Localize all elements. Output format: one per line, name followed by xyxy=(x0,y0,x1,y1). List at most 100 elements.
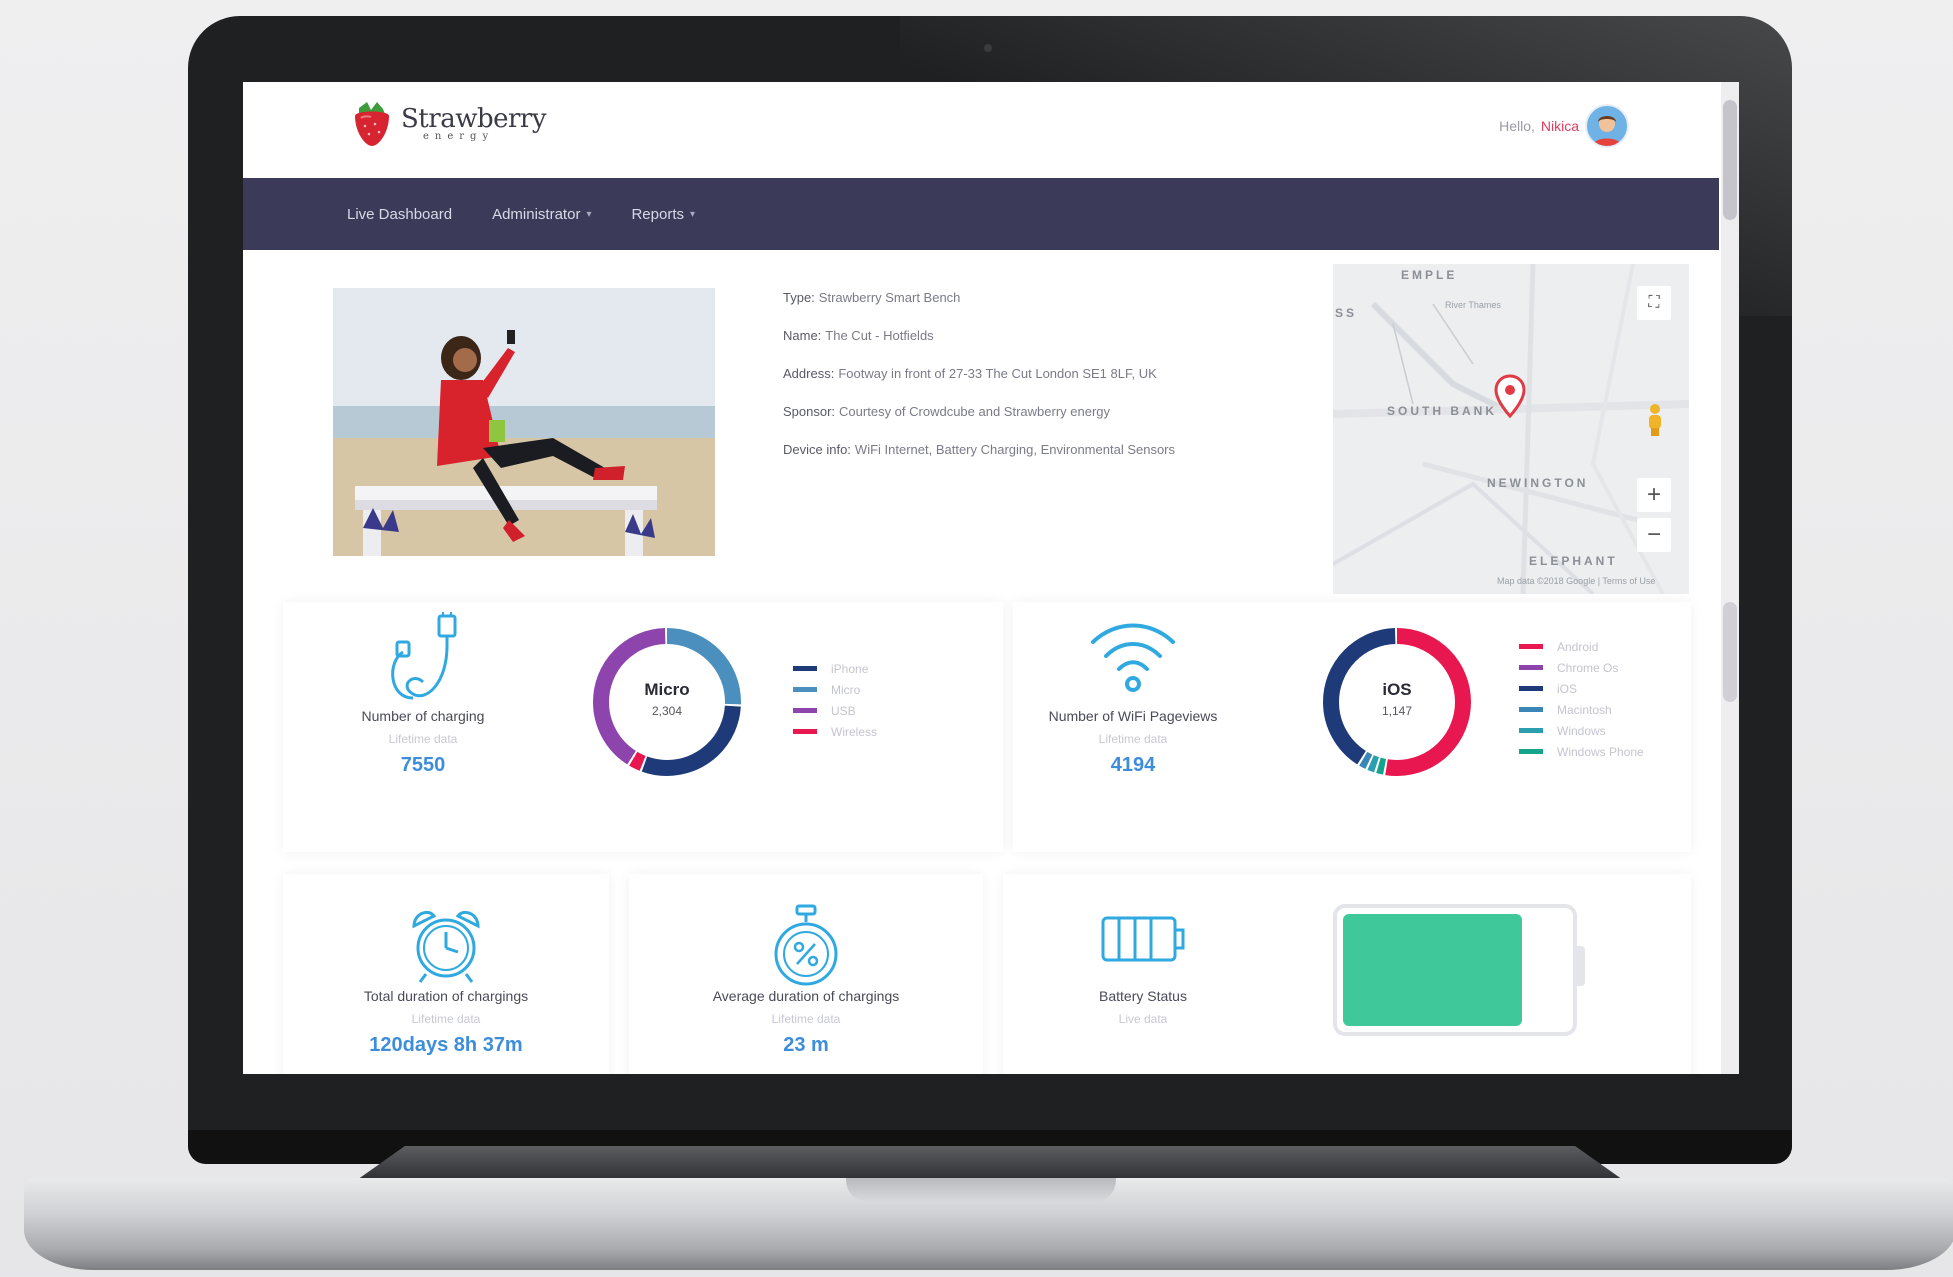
charging-card: Number of charging Lifetime data 7550 Mi… xyxy=(283,602,1003,852)
device-name-row: Name: The Cut - Hotfields xyxy=(783,316,1303,354)
legend-swatch xyxy=(1519,749,1543,754)
donut-title: iOS xyxy=(1382,680,1412,699)
stopwatch-percent-icon xyxy=(774,904,838,986)
legend-swatch xyxy=(793,729,817,734)
legend-item[interactable]: Micro xyxy=(793,679,877,700)
map-label: SS xyxy=(1335,306,1358,320)
legend-label: Macintosh xyxy=(1557,702,1612,717)
device-info: Type: Strawberry Smart Bench Name: The C… xyxy=(783,278,1303,468)
nav-item-label: Reports xyxy=(631,205,684,223)
avatar[interactable] xyxy=(1585,104,1629,148)
charging-stat: Number of charging Lifetime data 7550 xyxy=(323,612,523,777)
scrollbar-thumb[interactable] xyxy=(1723,100,1737,220)
user-avatar-icon xyxy=(1593,116,1621,146)
donut-center: iOS 1,147 xyxy=(1317,680,1477,718)
alarm-clock-icon xyxy=(412,910,480,983)
info-value: WiFi Internet, Battery Charging, Environ… xyxy=(854,441,1176,457)
info-key: Type: xyxy=(783,289,815,305)
fullscreen-icon[interactable]: ⛶ xyxy=(1637,286,1671,320)
zoom-out-button[interactable]: − xyxy=(1637,518,1671,552)
nav-live-dashboard[interactable]: Live Dashboard xyxy=(347,206,452,223)
scrollbar[interactable] xyxy=(1721,82,1739,1074)
chevron-down-icon: ▾ xyxy=(586,208,592,220)
battery-icon xyxy=(1101,916,1185,962)
legend-swatch xyxy=(1519,665,1543,670)
legend-item[interactable]: Android xyxy=(1519,636,1644,657)
info-value: Strawberry Smart Bench xyxy=(818,289,961,305)
donut-center: Micro 2,304 xyxy=(587,680,747,718)
donut-value: 2,304 xyxy=(651,704,683,718)
legend-item[interactable]: USB xyxy=(793,700,877,721)
wifi-card: Number of WiFi Pageviews Lifetime data 4… xyxy=(1013,602,1691,852)
map-label: NEWINGTON xyxy=(1487,476,1589,490)
map-label: ELEPHANT xyxy=(1529,554,1618,568)
stat-value: 23 m xyxy=(783,1034,829,1056)
street-view-icon[interactable] xyxy=(1645,402,1665,438)
map-attribution[interactable]: Map data ©2018 Google | Terms of Use xyxy=(1497,576,1655,586)
battery-fill xyxy=(1343,914,1522,1026)
stat-subtitle: Lifetime data xyxy=(388,732,458,746)
map-streets xyxy=(1333,264,1689,594)
legend-label: Micro xyxy=(831,682,861,697)
greeting-text: Hello, xyxy=(1499,118,1535,134)
info-key: Sponsor: xyxy=(783,403,836,419)
legend-item[interactable]: Macintosh xyxy=(1519,699,1644,720)
device-sponsor-row: Sponsor: Courtesy of Crowdcube and Straw… xyxy=(783,392,1303,430)
chevron-down-icon: ▾ xyxy=(690,208,696,220)
stat-subtitle: Lifetime data xyxy=(411,1012,481,1026)
webcam-icon xyxy=(984,44,992,52)
legend-swatch xyxy=(793,687,817,692)
bench-photo-image xyxy=(333,288,715,556)
wifi-stat: Number of WiFi Pageviews Lifetime data 4… xyxy=(1023,612,1243,777)
legend-swatch xyxy=(1519,644,1543,649)
charging-cable-icon xyxy=(391,612,457,700)
screen: Strawberry energy Hello, Nikica Live Das… xyxy=(243,82,1739,1074)
stat-value: 120days 8h 37m xyxy=(369,1034,523,1056)
map-label: SOUTH BANK xyxy=(1387,404,1497,418)
nav-item-label: Administrator xyxy=(492,205,581,223)
stat-title: Average duration of chargings xyxy=(712,988,900,1004)
legend-item[interactable]: Windows Phone xyxy=(1519,741,1644,762)
legend-swatch xyxy=(793,708,817,713)
map-label: River Thames xyxy=(1445,300,1501,310)
legend-item[interactable]: iOS xyxy=(1519,678,1644,699)
info-value: Footway in front of 27-33 The Cut London… xyxy=(838,365,1157,381)
wifi-legend: Android Chrome Os iOS Macintosh Windows … xyxy=(1519,636,1644,762)
charging-legend: iPhone Micro USB Wireless xyxy=(793,658,877,742)
legend-label: Wireless xyxy=(831,724,878,739)
wifi-icon xyxy=(1091,623,1175,692)
app-header: Strawberry energy Hello, Nikica xyxy=(243,82,1739,178)
legend-label: iPhone xyxy=(831,661,869,676)
logo-subtitle: energy xyxy=(423,131,495,142)
legend-label: Windows xyxy=(1557,723,1606,738)
nav-reports[interactable]: Reports ▾ xyxy=(631,206,695,223)
zoom-in-button[interactable]: + xyxy=(1637,478,1671,512)
legend-item[interactable]: Wireless xyxy=(793,721,877,742)
main-nav: Live Dashboard Administrator ▾ Reports ▾ xyxy=(243,178,1719,250)
nav-administrator[interactable]: Administrator ▾ xyxy=(492,206,591,223)
battery-level-indicator xyxy=(1333,904,1577,1036)
donut-title: Micro xyxy=(644,680,690,699)
legend-label: Windows Phone xyxy=(1557,744,1644,759)
stat-subtitle: Lifetime data xyxy=(771,1012,841,1026)
map-label: EMPLE xyxy=(1401,268,1458,282)
scrollbar-thumb-secondary[interactable] xyxy=(1723,602,1737,702)
legend-item[interactable]: iPhone xyxy=(793,658,877,679)
user-greeting: Hello, Nikica xyxy=(1499,104,1629,148)
stat-value: 4194 xyxy=(1110,754,1156,776)
legend-item[interactable]: Windows xyxy=(1519,720,1644,741)
legend-label: Android xyxy=(1557,639,1599,654)
legend-swatch xyxy=(1519,728,1543,733)
legend-item[interactable]: Chrome Os xyxy=(1519,657,1644,678)
device-info-row: Device info: WiFi Internet, Battery Char… xyxy=(783,430,1303,468)
brand-logo[interactable]: Strawberry energy xyxy=(351,100,547,148)
donut-value: 1,147 xyxy=(1381,704,1413,718)
location-map[interactable]: EMPLE SS SOUTH BANK NEWINGTON ELEPHANT R… xyxy=(1333,264,1689,594)
map-pin-icon[interactable] xyxy=(1493,374,1527,420)
info-key: Name: xyxy=(783,327,822,343)
info-key: Address: xyxy=(783,365,835,381)
legend-swatch xyxy=(1519,686,1543,691)
user-name[interactable]: Nikica xyxy=(1541,118,1579,134)
stat-subtitle: Lifetime data xyxy=(1098,732,1168,746)
stat-title: Number of WiFi Pageviews xyxy=(1048,708,1218,724)
